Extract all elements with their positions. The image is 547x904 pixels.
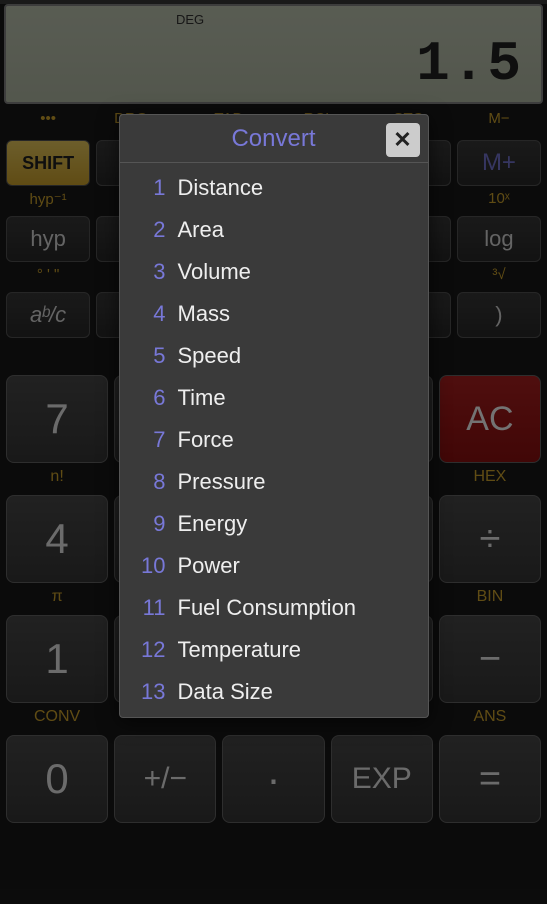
convert-item-fuel-consumption[interactable]: 11 Fuel Consumption [120,587,428,629]
convert-item-label: Force [178,427,234,453]
convert-item-pressure[interactable]: 8 Pressure [120,461,428,503]
convert-item-label: Pressure [178,469,266,495]
close-button[interactable]: ✕ [386,123,420,157]
close-icon: ✕ [393,127,411,153]
convert-item-number: 11 [134,595,166,621]
convert-item-number: 9 [134,511,166,537]
convert-item-volume[interactable]: 3 Volume [120,251,428,293]
convert-item-label: Speed [178,343,242,369]
modal-title: Convert [231,125,315,153]
convert-item-number: 1 [134,175,166,201]
convert-item-number: 5 [134,343,166,369]
convert-item-label: Distance [178,175,264,201]
convert-item-number: 8 [134,469,166,495]
convert-item-number: 6 [134,385,166,411]
convert-item-label: Fuel Consumption [178,595,357,621]
convert-item-number: 2 [134,217,166,243]
convert-item-number: 7 [134,427,166,453]
convert-list: 1 Distance 2 Area 3 Volume 4 Mass 5 Speed 6 Time 7 Fo… [120,163,428,717]
convert-item-power[interactable]: 10 Power [120,545,428,587]
convert-item-mass[interactable]: 4 Mass [120,293,428,335]
convert-item-time[interactable]: 6 Time [120,377,428,419]
convert-item-label: Energy [178,511,248,537]
convert-item-label: Power [178,553,240,579]
convert-item-label: Data Size [178,679,273,705]
convert-item-label: Volume [178,259,251,285]
convert-item-area[interactable]: 2 Area [120,209,428,251]
convert-item-label: Time [178,385,226,411]
convert-item-distance[interactable]: 1 Distance [120,167,428,209]
convert-item-data-size[interactable]: 13 Data Size [120,671,428,713]
convert-modal: Convert ✕ 1 Distance 2 Area 3 Volume 4 Mass 5 Spe… [119,114,429,718]
convert-item-energy[interactable]: 9 Energy [120,503,428,545]
convert-item-number: 3 [134,259,166,285]
convert-item-label: Temperature [178,637,302,663]
convert-item-number: 13 [134,679,166,705]
convert-item-speed[interactable]: 5 Speed [120,335,428,377]
convert-item-temperature[interactable]: 12 Temperature [120,629,428,671]
modal-overlay: Convert ✕ 1 Distance 2 Area 3 Volume 4 Mass 5 Spe… [0,4,547,904]
convert-item-force[interactable]: 7 Force [120,419,428,461]
convert-item-label: Area [178,217,224,243]
convert-item-number: 4 [134,301,166,327]
modal-header: Convert ✕ [120,115,428,163]
convert-item-number: 12 [134,637,166,663]
convert-item-number: 10 [134,553,166,579]
convert-item-label: Mass [178,301,231,327]
